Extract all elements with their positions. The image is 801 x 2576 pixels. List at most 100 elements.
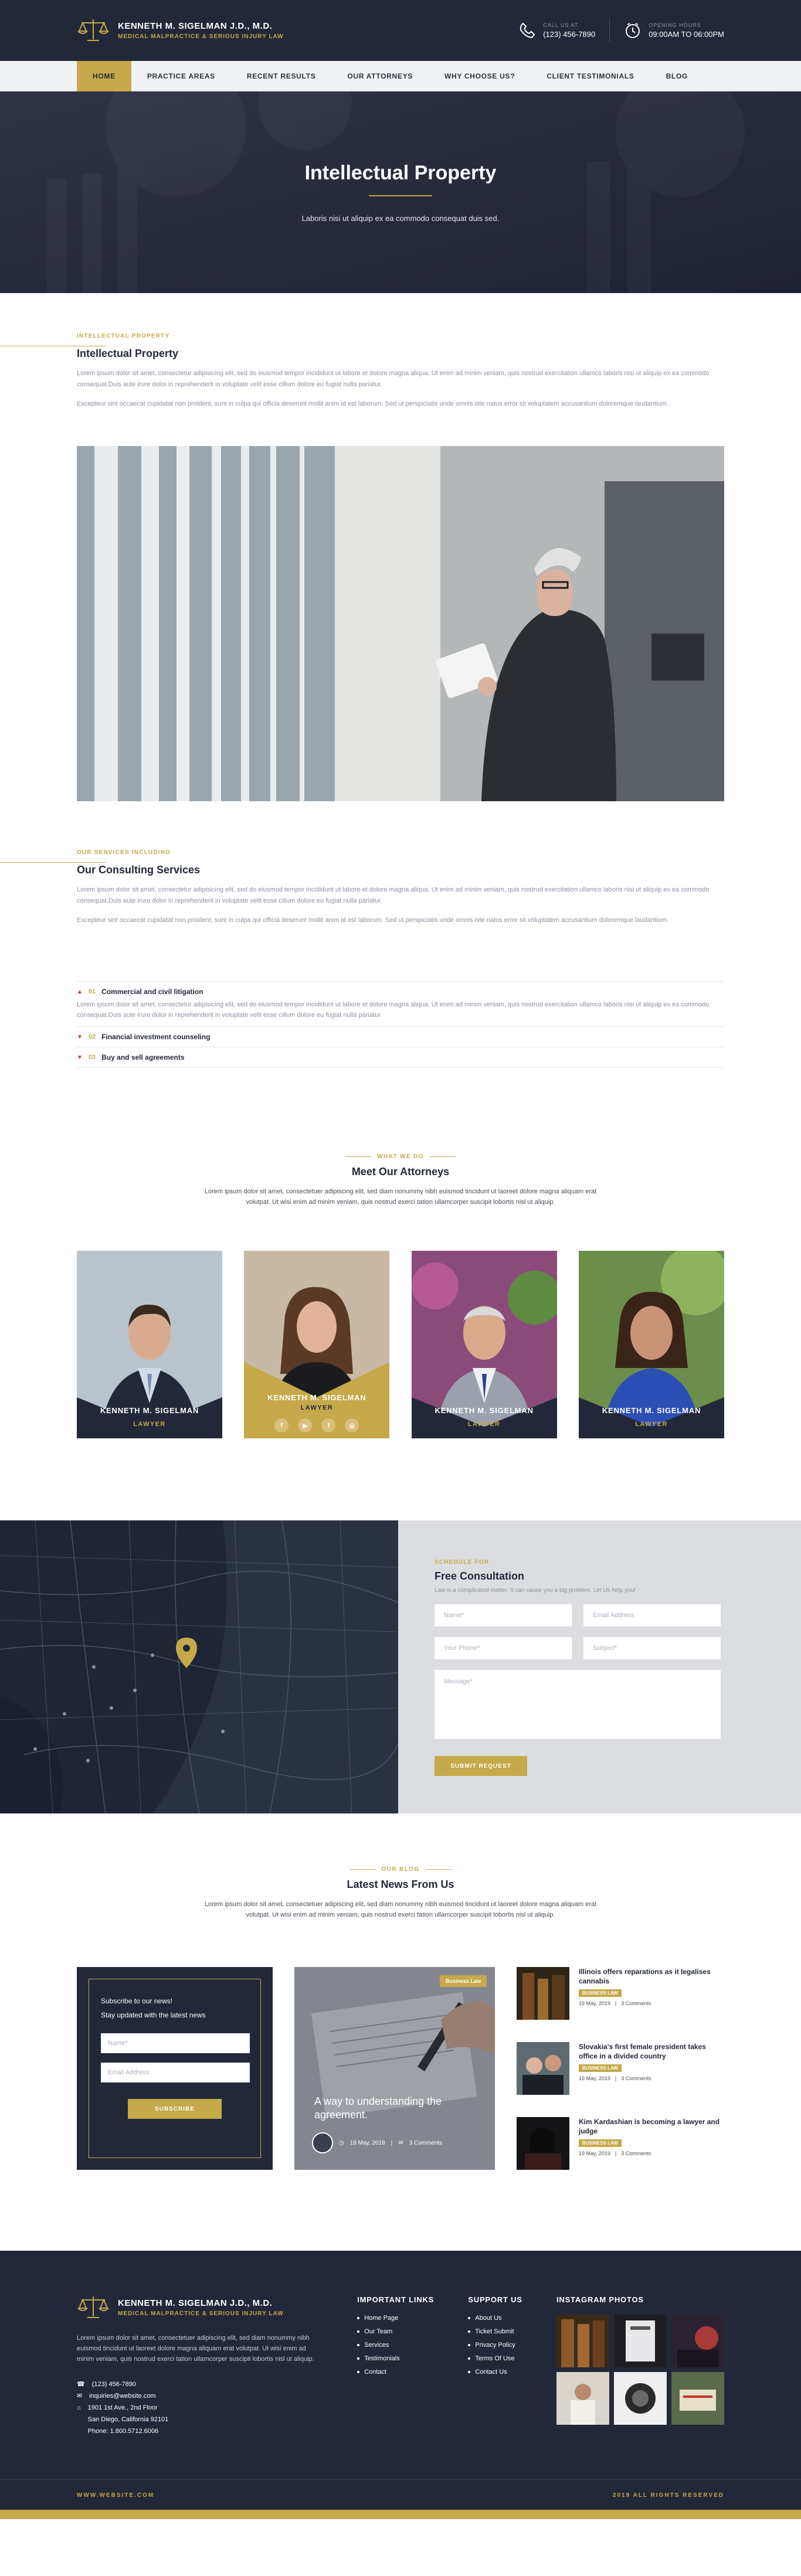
attorney-card[interactable]: KENNETH M. SIGELMAN LAWYER xyxy=(411,1251,557,1438)
subject-input[interactable] xyxy=(583,1637,721,1659)
brand-logo-link[interactable]: KENNETH M. SIGELMAN J.D., M.D. MEDICAL M… xyxy=(77,18,284,43)
newsletter-email-input[interactable] xyxy=(101,2063,250,2082)
footer-about-text: Lorem ipsum dolor sit amet, consectetuer… xyxy=(77,2335,314,2363)
footer-phone[interactable]: (123) 456-7890 xyxy=(92,2378,136,2390)
attorney-card[interactable]: KENNETH M. SIGELMAN LAWYER xyxy=(77,1251,222,1438)
footer-link-about-us[interactable]: About Us xyxy=(468,2315,522,2322)
copyright-bar: WWW.WEBSITE.COM 2019 ALL RIGHTS RESERVED xyxy=(0,2479,801,2510)
brand-subtitle: MEDICAL MALPRACTICE & SERIOUS INJURY LAW xyxy=(118,33,284,40)
footer-link-our-team[interactable]: Our Team xyxy=(357,2328,434,2335)
attorney-name: KENNETH M. SIGELMAN xyxy=(100,1406,199,1415)
footer-brand-subtitle: MEDICAL MALPRACTICE & SERIOUS INJURY LAW xyxy=(118,2310,284,2317)
call-contact: CALL US AT (123) 456-7890 xyxy=(518,22,595,39)
news-title[interactable]: Illinois offers reparations as it legali… xyxy=(579,1967,724,1986)
news-thumbnail xyxy=(517,1967,569,2020)
attorney-role: LAWYER xyxy=(300,1404,334,1411)
footer-about: KENNETH M. SIGELMAN J.D., M.D. MEDICAL M… xyxy=(77,2295,323,2437)
blog-section: OUR BLOG Latest News From Us Lorem ipsum… xyxy=(0,1863,801,2192)
footer-email[interactable]: inquiries@website.com xyxy=(89,2390,155,2402)
comment-icon: ✉ xyxy=(398,2139,403,2146)
news-title[interactable]: Kim Kardashian is becoming a lawyer and … xyxy=(579,2117,724,2136)
footer-site-link[interactable]: WWW.WEBSITE.COM xyxy=(77,2492,154,2499)
attorney-name: KENNETH M. SIGELMAN xyxy=(435,1406,534,1415)
phone-input[interactable] xyxy=(435,1637,572,1659)
news-comments: 3 Comments xyxy=(621,2000,651,2006)
instagram-icon[interactable]: ◎ xyxy=(345,1418,359,1432)
intro-title: Intellectual Property xyxy=(77,348,179,359)
news-item[interactable]: Kim Kardashian is becoming a lawyer and … xyxy=(517,2117,724,2170)
author-avatar xyxy=(312,2132,333,2153)
featured-post-title[interactable]: A way to understanding the agreement. xyxy=(314,2095,461,2122)
consultation-form: SCHEDULE FOR Free Consultation Law is a … xyxy=(398,1520,801,1813)
scales-logo-icon xyxy=(77,2296,109,2318)
caret-icon: ▼ xyxy=(77,1054,83,1061)
brand-title: KENNETH M. SIGELMAN J.D., M.D. xyxy=(118,21,273,31)
instagram-photo[interactable] xyxy=(556,2315,609,2367)
instagram-photo[interactable] xyxy=(556,2372,609,2425)
call-value[interactable]: (123) 456-7890 xyxy=(543,30,595,39)
nav-blog[interactable]: BLOG xyxy=(650,61,704,91)
news-item[interactable]: Illinois offers reparations as it legali… xyxy=(517,1967,724,2020)
post-date: 19 May, 2019 xyxy=(349,2139,385,2146)
facebook-icon[interactable]: f xyxy=(274,1418,289,1432)
instagram-photo[interactable] xyxy=(614,2315,667,2367)
news-title[interactable]: Slovakia's first female president takes … xyxy=(579,2042,724,2061)
nav-home[interactable]: HOME xyxy=(77,61,131,91)
accordion-item[interactable]: ▼ 03 Buy and sell agreements xyxy=(77,1047,724,1068)
accordion-number: 02 xyxy=(88,1033,96,1040)
attorneys-section: WHAT WE DO Meet Our Attorneys Lorem ipsu… xyxy=(0,1150,801,1438)
attorney-name: KENNETH M. SIGELMAN xyxy=(602,1406,701,1415)
footer-link-testimonials[interactable]: Testimonials xyxy=(357,2355,434,2362)
footer-link-contact[interactable]: Contact xyxy=(357,2369,434,2376)
accordion-item[interactable]: ▼ 02 Financial investment counseling xyxy=(77,1027,724,1047)
instagram-photo[interactable] xyxy=(671,2372,724,2425)
footer-link-services[interactable]: Services xyxy=(357,2342,434,2349)
accordion-item[interactable]: ▲ 01 Commercial and civil litigation Lorem… xyxy=(77,981,724,1027)
nav-recent-results[interactable]: RECENT RESULTS xyxy=(231,61,332,91)
attorney-card[interactable]: KENNETH M. SIGELMAN LAWYER f ▶ t ◎ xyxy=(244,1251,390,1438)
footer-link-contact-us[interactable]: Contact Us xyxy=(468,2369,522,2376)
instagram-photo[interactable] xyxy=(671,2315,724,2367)
nav-why-choose-us[interactable]: WHY CHOOSE US? xyxy=(429,61,531,91)
post-category-badge[interactable]: Business Law xyxy=(439,1975,487,1987)
accordion-number: 01 xyxy=(88,988,96,995)
consultation-eyebrow: SCHEDULE FOR xyxy=(435,1559,490,1566)
nav-practice-areas[interactable]: PRACTICE AREAS xyxy=(131,61,231,91)
accordion-number: 03 xyxy=(88,1054,96,1061)
message-textarea[interactable] xyxy=(435,1670,721,1739)
nav-client-testimonials[interactable]: CLIENT TESTIMONIALS xyxy=(531,61,650,91)
news-thumbnail xyxy=(517,2117,569,2170)
attorneys-text: Lorem ipsum dolor sit amet, consectetuer… xyxy=(204,1188,597,1206)
footer-link-privacy-policy[interactable]: Privacy Policy xyxy=(468,2342,522,2349)
twitter-icon[interactable]: t xyxy=(321,1418,336,1432)
newsletter-heading: Subscribe to our news! xyxy=(101,1997,173,2005)
post-comments[interactable]: 3 Comments xyxy=(409,2140,443,2146)
services-paragraph: Lorem ipsum dolor sit amet, consectetur … xyxy=(77,886,710,904)
news-thumbnail xyxy=(517,2042,569,2095)
news-item[interactable]: Slovakia's first female president takes … xyxy=(517,2042,724,2095)
calendar-icon: ◷ xyxy=(339,2139,344,2146)
newsletter-name-input[interactable] xyxy=(101,2033,250,2053)
youtube-icon[interactable]: ▶ xyxy=(298,1418,313,1432)
attorneys-eyebrow: WHAT WE DO xyxy=(345,1153,456,1160)
footer-link-home-page[interactable]: Home Page xyxy=(357,2315,434,2322)
footer-link-terms-of-use[interactable]: Terms Of Use xyxy=(468,2355,522,2362)
services-paragraph: Excepteur sint occaecat cupidatat non pr… xyxy=(77,917,668,924)
instagram-photo[interactable] xyxy=(614,2372,667,2425)
services-title: Our Consulting Services xyxy=(77,864,201,876)
name-input[interactable] xyxy=(435,1604,572,1626)
footer-support-title: SUPPORT US xyxy=(468,2295,522,2304)
submit-request-button[interactable]: SUBMIT REQUEST xyxy=(435,1756,527,1776)
scales-logo-icon xyxy=(77,19,109,41)
news-comments: 3 Comments xyxy=(621,2150,651,2156)
subscribe-button[interactable]: SUBSCRIBE xyxy=(128,2099,222,2119)
featured-post[interactable]: Business Law A way to understanding the … xyxy=(294,1967,495,2170)
footer-link-ticket-submit[interactable]: Ticket Submit xyxy=(468,2328,522,2335)
news-date: 19 May, 2019 xyxy=(579,2075,610,2081)
phone-icon: ☎ xyxy=(77,2381,85,2388)
nav-our-attorneys[interactable]: OUR ATTORNEYS xyxy=(331,61,429,91)
hours-value: 09:00AM TO 06:00PM xyxy=(649,30,724,39)
location-map[interactable] xyxy=(0,1520,398,1813)
email-input[interactable] xyxy=(583,1604,721,1626)
attorney-card[interactable]: KENNETH M. SIGELMAN LAWYER xyxy=(578,1251,724,1438)
